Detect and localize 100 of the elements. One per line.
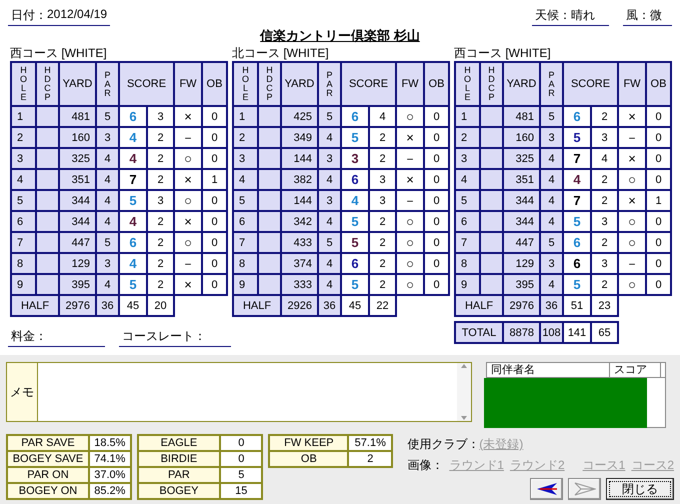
table-cell: ○ [396, 211, 424, 232]
table-cell: 45 [119, 295, 147, 316]
hole-number: 1 [233, 106, 258, 127]
score-cell: 4 [341, 190, 369, 211]
hole-number: 7 [455, 232, 480, 253]
scroll-down-icon[interactable] [460, 415, 468, 421]
table-cell: 4 [540, 274, 563, 295]
fee-label: コースレート： [122, 328, 206, 345]
table-cell: 0 [424, 169, 449, 190]
weather-value: 晴れ [571, 7, 595, 24]
table-cell: × [174, 106, 202, 127]
table-cell: 2 [147, 274, 174, 295]
table-cell: 0 [424, 190, 449, 211]
course-title: 信楽カントリー倶楽部 杉山 [260, 28, 420, 43]
hole-number: 2 [11, 127, 36, 148]
column-header: HOLE [233, 62, 258, 106]
table-cell: 3 [318, 190, 341, 211]
back-button[interactable] [530, 478, 563, 500]
score-cell: 7 [563, 148, 591, 169]
table-cell: ○ [618, 274, 646, 295]
stat-label: PAR [138, 467, 220, 483]
score-cell: 7 [119, 169, 147, 190]
table-cell: 349 [281, 127, 318, 148]
table-cell: 1 [202, 169, 227, 190]
table-cell: ○ [174, 190, 202, 211]
table-cell: 2976 [503, 295, 540, 316]
score-cell: 7 [563, 190, 591, 211]
stat-value: 0 [220, 451, 262, 467]
score-cell: 5 [119, 274, 147, 295]
column-header: YARD [281, 62, 318, 106]
stat-label: EAGLE [138, 435, 220, 451]
table-cell: HALF [11, 295, 59, 316]
table-cell: 3 [591, 253, 618, 274]
table-cell: 0 [202, 211, 227, 232]
column-header: SCORE [341, 62, 396, 106]
table-cell: 0 [202, 127, 227, 148]
table-cell: ○ [618, 232, 646, 253]
table-cell: 481 [59, 106, 96, 127]
score-cell: 5 [563, 127, 591, 148]
table-cell: 0 [202, 232, 227, 253]
table-cell: ○ [618, 169, 646, 190]
table-cell: 20 [147, 295, 174, 316]
table-cell: × [174, 211, 202, 232]
hole-number: 9 [11, 274, 36, 295]
table-cell: 22 [369, 295, 396, 316]
table-cell: ○ [174, 232, 202, 253]
score-cell: 5 [341, 274, 369, 295]
close-button[interactable]: 閉じる [606, 478, 674, 500]
column-header: HOLE [11, 62, 36, 106]
images-label: 画像： [407, 457, 444, 474]
weather-label: 天候： [535, 7, 571, 24]
companion-list[interactable]: 同伴者名 スコア [486, 362, 666, 428]
column-header: HDCP [36, 62, 59, 106]
table-cell: ○ [174, 148, 202, 169]
hole-number: 5 [455, 190, 480, 211]
column-header: PAR [540, 62, 563, 106]
table-cell: 447 [59, 232, 96, 253]
table-cell: 4 [318, 127, 341, 148]
table-cell: 2 [591, 106, 618, 127]
table-cell: 2 [369, 274, 396, 295]
score-cell: 6 [563, 106, 591, 127]
column-header: PAR [318, 62, 341, 106]
column-header: FW [174, 62, 202, 106]
table-cell: 5 [540, 232, 563, 253]
course-name: 北コース [WHITE] [232, 46, 330, 61]
stat-label: BOGEY SAVE [7, 451, 89, 467]
table-cell: 129 [59, 253, 96, 274]
stat-label: BIRDIE [138, 451, 220, 467]
hole-number: 5 [233, 190, 258, 211]
memo-field[interactable]: メモ [6, 362, 472, 422]
hole-number: 8 [11, 253, 36, 274]
table-cell: 5 [96, 232, 119, 253]
stat-value: 0 [220, 435, 262, 451]
table-cell: 144 [281, 190, 318, 211]
table-cell: 141 [563, 322, 591, 343]
stat-value: 57.1% [348, 435, 392, 451]
table-cell: 3 [318, 148, 341, 169]
table-cell: × [618, 190, 646, 211]
table-cell: 344 [503, 211, 540, 232]
table-cell: － [618, 127, 646, 148]
scrollbar[interactable] [457, 363, 471, 421]
column-header: OB [202, 62, 227, 106]
scroll-up-icon[interactable] [460, 363, 468, 369]
arrow-left-icon [536, 482, 558, 496]
table-cell: 36 [318, 295, 341, 316]
hole-number: 3 [11, 148, 36, 169]
column-header: OB [424, 62, 449, 106]
table-cell: 2 [369, 211, 396, 232]
column-header: PAR [96, 62, 119, 106]
table-cell: － [396, 190, 424, 211]
table-cell: 1 [646, 190, 671, 211]
table-cell: 2 [147, 253, 174, 274]
table-cell: 4 [540, 148, 563, 169]
table-cell: 0 [424, 274, 449, 295]
table-cell: 2 [591, 190, 618, 211]
table-cell: 351 [59, 169, 96, 190]
table-cell: ○ [396, 274, 424, 295]
stat-label: BOGEY [138, 483, 220, 499]
table-cell: 0 [424, 106, 449, 127]
score-cell: 4 [119, 253, 147, 274]
